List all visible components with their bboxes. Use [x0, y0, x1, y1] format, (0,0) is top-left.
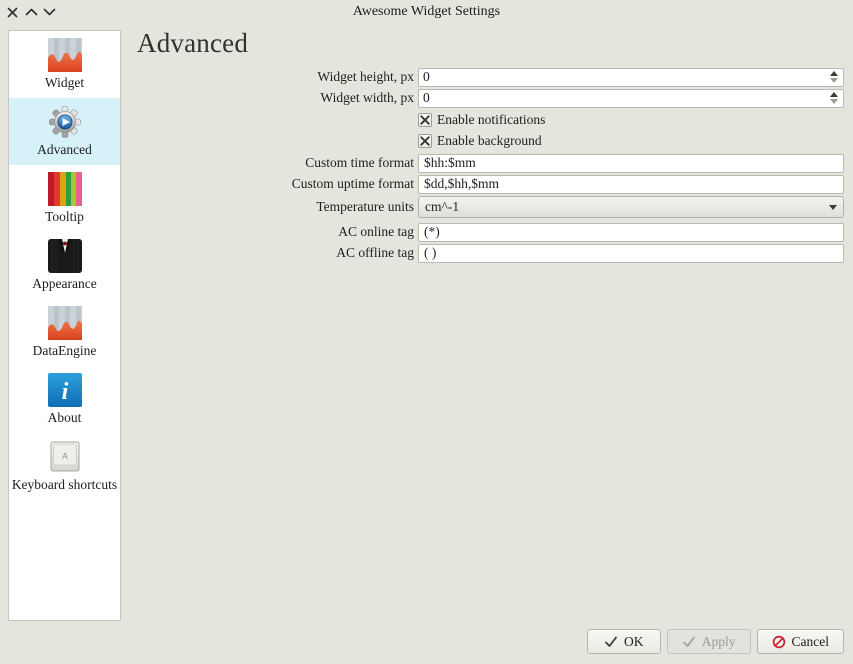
tuxedo-icon	[48, 239, 82, 273]
temperature-units-label: Temperature units	[145, 199, 418, 215]
widget-height-input[interactable]	[419, 69, 827, 85]
sidebar-item-label: Keyboard shortcuts	[9, 477, 120, 492]
sidebar-item-widget[interactable]: Widget	[9, 31, 120, 98]
widget-width-input[interactable]	[419, 90, 827, 106]
widget-width-spinbox[interactable]	[418, 89, 844, 108]
custom-uptime-format-input[interactable]	[418, 175, 844, 194]
enable-background-checkbox[interactable]: Enable background	[418, 133, 844, 149]
spin-buttons[interactable]	[827, 71, 843, 83]
form-row: Custom uptime format	[145, 174, 844, 194]
form-row: AC online tag	[145, 222, 844, 242]
ok-button[interactable]: OK	[587, 629, 661, 654]
sidebar-item-label: Advanced	[9, 142, 120, 157]
svg-text:i: i	[61, 379, 68, 405]
ac-offline-tag-label: AC offline tag	[145, 245, 418, 261]
ac-online-tag-label: AC online tag	[145, 224, 418, 240]
sidebar: Widget Advanced Tooltip	[8, 30, 121, 621]
checkbox-checked-icon[interactable]	[418, 113, 432, 127]
widget-height-label: Widget height, px	[145, 69, 418, 85]
apply-button[interactable]: Apply	[667, 629, 751, 654]
svg-text:A: A	[62, 451, 68, 461]
ac-offline-tag-input[interactable]	[418, 244, 844, 263]
checkbox-checked-icon[interactable]	[418, 134, 432, 148]
keycap-icon: A	[48, 440, 82, 474]
apply-button-label: Apply	[702, 634, 736, 650]
sidebar-item-label: About	[9, 410, 120, 425]
color-stripes-icon	[48, 172, 82, 206]
gear-play-icon	[48, 105, 82, 139]
sidebar-item-label: Widget	[9, 75, 120, 90]
custom-uptime-format-label: Custom uptime format	[145, 176, 418, 192]
dropdown-arrow-icon	[829, 205, 837, 210]
cancel-button-label: Cancel	[792, 634, 829, 650]
check-icon	[604, 636, 618, 648]
form-row: Enable notifications	[145, 110, 844, 129]
cancel-icon	[772, 635, 786, 649]
chart-icon	[48, 38, 82, 72]
temperature-units-value: cm^-1	[425, 199, 829, 215]
enable-notifications-label: Enable notifications	[437, 112, 545, 128]
sidebar-item-appearance[interactable]: Appearance	[9, 232, 120, 299]
dialog-button-bar: OK Apply Cancel	[587, 629, 844, 654]
info-icon: i	[48, 373, 82, 407]
spin-up-icon[interactable]	[830, 92, 838, 97]
check-icon	[682, 636, 696, 648]
window-title: Awesome Widget Settings	[0, 4, 853, 20]
widget-height-spinbox[interactable]	[418, 68, 844, 87]
cancel-button[interactable]: Cancel	[757, 629, 844, 654]
sidebar-item-label: Tooltip	[9, 209, 120, 224]
temperature-units-dropdown[interactable]: cm^-1	[418, 196, 844, 218]
sidebar-item-label: DataEngine	[9, 343, 120, 358]
form-row: Enable background	[145, 131, 844, 150]
custom-time-format-label: Custom time format	[145, 155, 418, 171]
page-title: Advanced	[137, 28, 248, 59]
form-row: Temperature units cm^-1	[145, 196, 844, 218]
sidebar-item-keyboard-shortcuts[interactable]: A Keyboard shortcuts	[9, 433, 120, 500]
sidebar-item-about[interactable]: i About	[9, 366, 120, 433]
form-row: Widget width, px	[145, 88, 844, 108]
form-row: Widget height, px	[145, 67, 844, 87]
enable-background-label: Enable background	[437, 133, 542, 149]
spin-down-icon[interactable]	[830, 78, 838, 83]
titlebar: Awesome Widget Settings	[0, 0, 853, 24]
chart-icon	[48, 306, 82, 340]
form-row: Custom time format	[145, 153, 844, 173]
sidebar-item-label: Appearance	[9, 276, 120, 291]
sidebar-item-tooltip[interactable]: Tooltip	[9, 165, 120, 232]
ac-online-tag-input[interactable]	[418, 223, 844, 242]
custom-time-format-input[interactable]	[418, 154, 844, 173]
widget-width-label: Widget width, px	[145, 90, 418, 106]
spin-up-icon[interactable]	[830, 71, 838, 76]
settings-form: Widget height, px Widget width, px	[145, 67, 844, 263]
sidebar-item-advanced[interactable]: Advanced	[9, 98, 120, 165]
sidebar-item-dataengine[interactable]: DataEngine	[9, 299, 120, 366]
ok-button-label: OK	[624, 634, 644, 650]
spin-buttons[interactable]	[827, 92, 843, 104]
enable-notifications-checkbox[interactable]: Enable notifications	[418, 112, 844, 128]
spin-down-icon[interactable]	[830, 99, 838, 104]
form-row: AC offline tag	[145, 243, 844, 263]
